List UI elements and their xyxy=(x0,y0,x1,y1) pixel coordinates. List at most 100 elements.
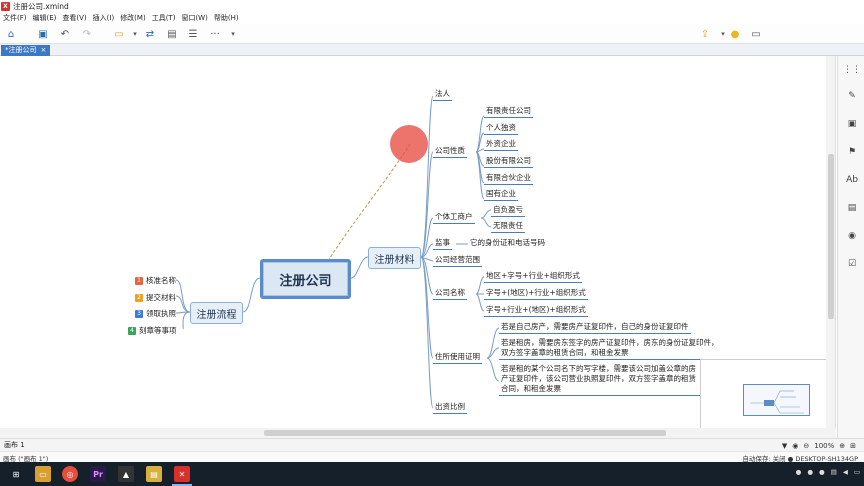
premiere-icon[interactable]: Pr xyxy=(90,466,106,482)
topic-company-type[interactable]: 公司性质 xyxy=(433,145,467,158)
connector-line xyxy=(242,277,261,313)
topic-registration-process[interactable]: 注册流程 xyxy=(190,302,243,324)
tray-icon[interactable]: ● xyxy=(796,468,802,476)
central-topic[interactable]: 注册公司 xyxy=(260,259,351,299)
menu-edit[interactable]: 编辑(E) xyxy=(33,13,57,23)
tab-register-company[interactable]: *注册公司 × xyxy=(1,45,51,56)
swap-icon[interactable]: ⇄ xyxy=(143,27,157,41)
list-item[interactable]: 有限合伙企业 xyxy=(484,172,533,185)
menu-help[interactable]: 帮助(H) xyxy=(214,13,239,23)
menu-window[interactable]: 窗口(W) xyxy=(181,13,207,23)
connector-line xyxy=(475,293,485,312)
list-item[interactable]: 个人独资 xyxy=(484,122,518,135)
list-item[interactable]: 字号+行业+(地区)+组织形式 xyxy=(484,304,588,317)
xmind-icon[interactable]: ✕ xyxy=(174,466,190,482)
list-item[interactable]: 3 领取执照 xyxy=(135,308,176,319)
network-icon[interactable]: ▤ xyxy=(831,468,837,476)
minimap-viewport[interactable] xyxy=(743,384,810,416)
zoom-level[interactable]: 100% xyxy=(814,442,834,450)
explorer-icon[interactable]: ▤ xyxy=(146,466,162,482)
presentation-icon[interactable]: ▭ xyxy=(749,27,763,41)
outline-icon[interactable]: ☰ xyxy=(186,27,200,41)
more-icon[interactable]: ··· xyxy=(208,27,222,41)
menu-file[interactable]: 文件(F) xyxy=(3,13,27,23)
list-item[interactable]: 若是自己房产，需要房产证复印件，自己的身份证复印件 xyxy=(499,321,691,334)
list-item[interactable]: 若是租房，需要房东签字的房产证复印件，房东的身份证复印件，双方签字盖章的租赁合同… xyxy=(499,338,721,360)
text-icon[interactable]: Ab xyxy=(846,174,858,186)
horizontal-scroll-thumb[interactable] xyxy=(264,430,666,436)
topic-label: 刻章等事项 xyxy=(139,326,177,335)
chevron-down-icon[interactable]: ▾ xyxy=(226,27,240,41)
window-title: 注册公司.xmind xyxy=(13,1,69,11)
close-icon[interactable]: × xyxy=(41,45,47,56)
minimap[interactable] xyxy=(700,359,834,428)
note-icon[interactable]: ▤ xyxy=(846,202,858,214)
list-item[interactable]: 2 提交材料 xyxy=(135,292,176,303)
filter-icon[interactable]: ▼ xyxy=(782,442,787,450)
task-icon[interactable]: ☑ xyxy=(846,258,858,270)
priority-4-icon: 4 xyxy=(128,326,136,335)
grid-icon[interactable]: ⋮⋮ xyxy=(843,64,861,76)
connector-line xyxy=(420,95,434,258)
export-icon[interactable]: ⇪ xyxy=(698,27,712,41)
list-item[interactable]: 若是租的某个公司名下的写字楼，需要该公司加盖公章的房产证复印件，该公司营业执照复… xyxy=(499,364,704,396)
horizontal-scrollbar[interactable] xyxy=(0,428,836,438)
folder-icon[interactable]: ▭ xyxy=(35,466,51,482)
save-icon[interactable]: ▣ xyxy=(36,27,50,41)
topic-capital-ratio[interactable]: 出资比例 xyxy=(433,401,467,414)
topic-supervisor[interactable]: 监事 xyxy=(433,237,452,250)
undo-icon[interactable]: ↶ xyxy=(58,27,72,41)
topic-label: 提交材料 xyxy=(146,293,176,302)
menu-tools[interactable]: 工具(T) xyxy=(152,13,176,23)
priority-3-icon: 3 xyxy=(135,309,143,318)
notification-icon[interactable]: ▭ xyxy=(854,468,860,476)
connector-line xyxy=(182,311,191,330)
bulb-icon[interactable]: ● xyxy=(728,27,742,41)
connector-line xyxy=(480,209,492,219)
image-icon[interactable]: ▣ xyxy=(846,118,858,130)
redo-icon[interactable]: ↷ xyxy=(80,27,94,41)
image-icon[interactable]: ▤ xyxy=(165,27,179,41)
tray-icon[interactable]: ● xyxy=(819,468,825,476)
zoom-out-button[interactable]: ⊖ xyxy=(803,442,809,450)
vertical-scroll-thumb[interactable] xyxy=(828,154,834,319)
chrome-icon[interactable]: ◎ xyxy=(62,466,78,482)
mindmap-canvas[interactable]: 注册公司 注册流程 1 核准名称 2 提交材料 3 领取执照 4 刻章等事项 注… xyxy=(0,56,836,428)
topic-business-scope[interactable]: 公司经营范围 xyxy=(433,254,482,267)
volume-icon[interactable]: ◀ xyxy=(843,468,848,476)
insert-topic-icon[interactable]: ▭ xyxy=(112,27,126,41)
topic-company-name[interactable]: 公司名称 xyxy=(433,287,467,300)
home-icon[interactable]: ⌂ xyxy=(4,27,18,41)
tray-icon[interactable]: ● xyxy=(807,468,813,476)
sheet-tab[interactable]: 画布 1 xyxy=(4,440,25,450)
comment-icon[interactable]: ◉ xyxy=(846,230,858,242)
vertical-scrollbar[interactable] xyxy=(826,56,835,428)
list-item[interactable]: 字号+(地区)+行业+组织形式 xyxy=(484,287,588,300)
topic-residence-proof[interactable]: 住所使用证明 xyxy=(433,351,482,364)
list-item[interactable]: 无限责任 xyxy=(491,220,525,233)
list-item[interactable]: 股份有限公司 xyxy=(484,155,533,168)
eye-icon[interactable]: ◉ xyxy=(792,442,798,450)
list-item[interactable]: 有限责任公司 xyxy=(484,105,533,118)
list-item[interactable]: 4 刻章等事项 xyxy=(128,325,177,336)
topic-supervisor-detail[interactable]: 它的身份证和电话号码 xyxy=(470,237,545,248)
topic-individual-business[interactable]: 个体工商户 xyxy=(433,211,475,224)
xmind-app-icon: X xyxy=(1,1,10,11)
topic-legal-person[interactable]: 法人 xyxy=(433,88,452,101)
start-icon[interactable]: ⊞ xyxy=(8,466,24,482)
list-item[interactable]: 外资企业 xyxy=(484,138,518,151)
list-item[interactable]: 地区+字号+行业+组织形式 xyxy=(484,270,582,283)
chevron-down-icon[interactable]: ▾ xyxy=(128,27,142,41)
fit-icon[interactable]: ⊞ xyxy=(850,442,856,450)
list-item[interactable]: 1 核准名称 xyxy=(135,275,176,286)
zoom-in-button[interactable]: ⊕ xyxy=(839,442,845,450)
menu-view[interactable]: 查看(V) xyxy=(62,13,86,23)
menu-modify[interactable]: 修改(M) xyxy=(120,13,146,23)
flag-icon[interactable]: ⚑ xyxy=(846,146,858,158)
topic-registration-materials[interactable]: 注册材料 xyxy=(368,247,421,269)
list-item[interactable]: 国有企业 xyxy=(484,188,518,201)
brush-icon[interactable]: ✎ xyxy=(846,90,858,102)
menu-insert[interactable]: 插入(I) xyxy=(93,13,115,23)
photos-icon[interactable]: ▲ xyxy=(118,466,134,482)
list-item[interactable]: 自负盈亏 xyxy=(491,204,525,217)
